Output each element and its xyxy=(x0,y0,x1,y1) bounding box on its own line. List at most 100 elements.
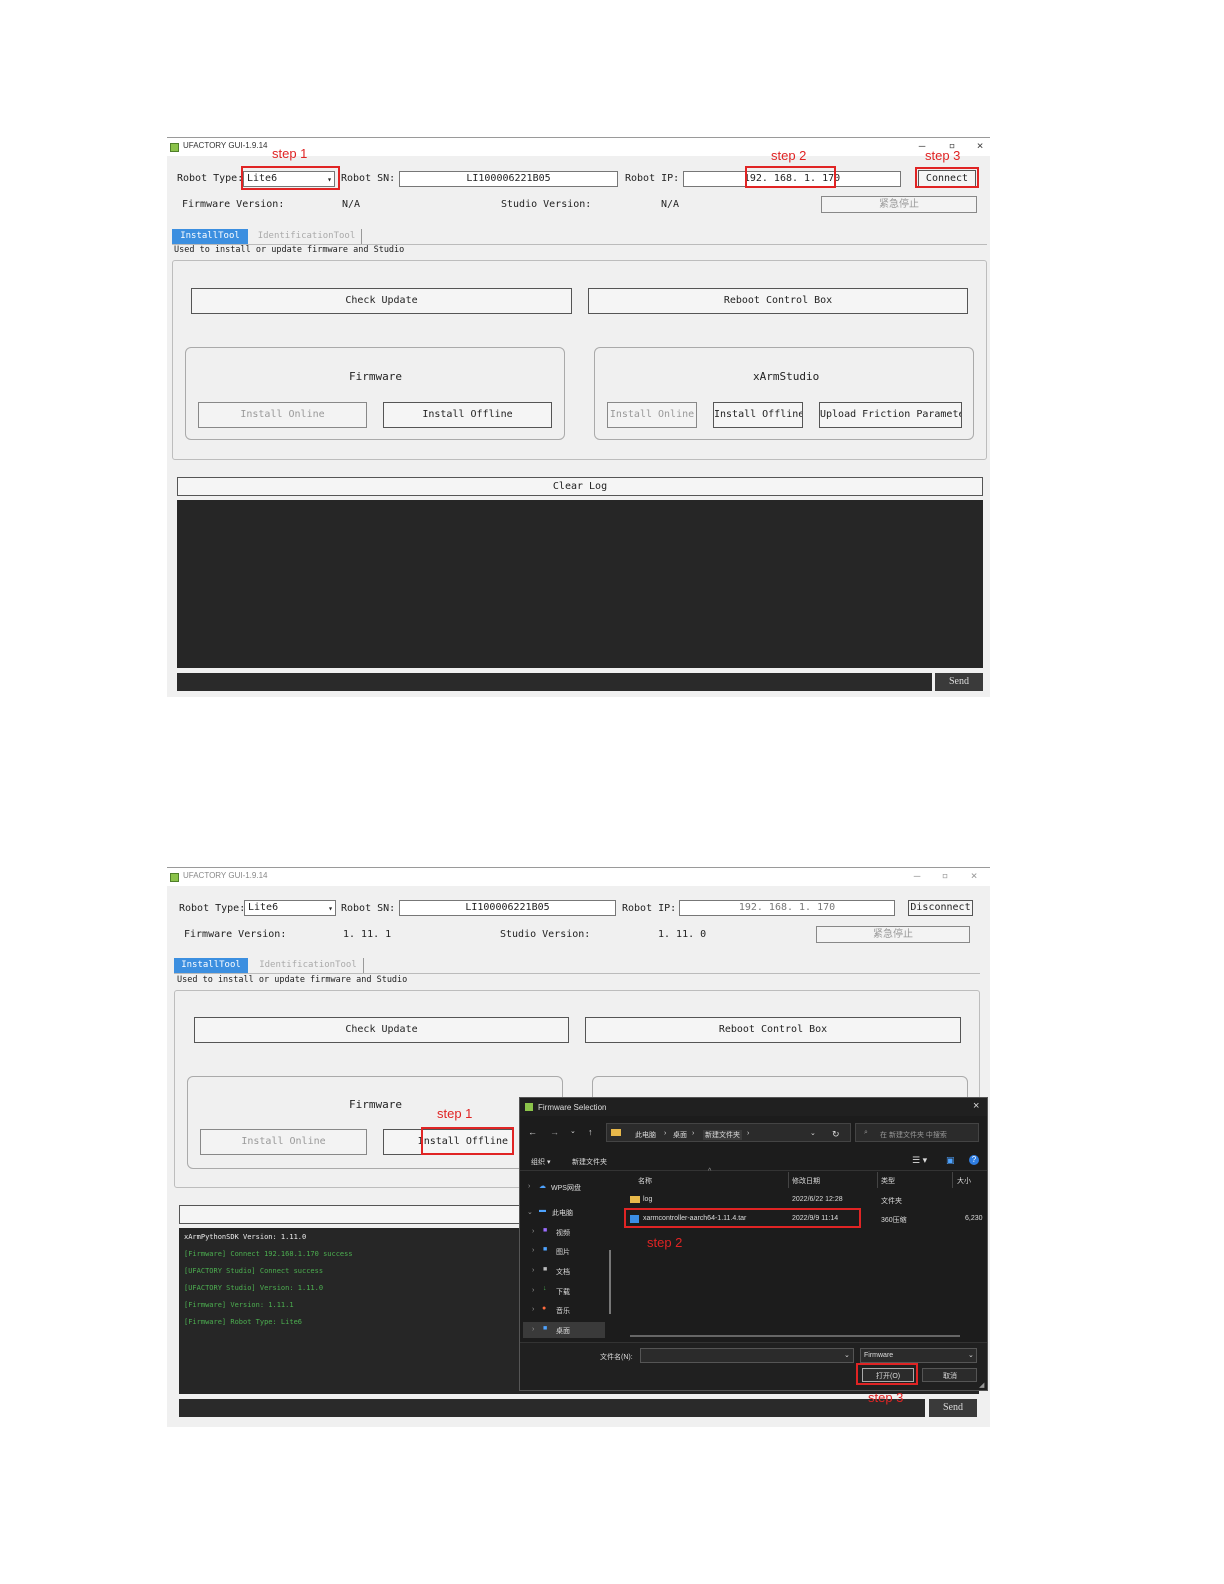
horizontal-scrollbar[interactable] xyxy=(630,1335,960,1337)
column-modified[interactable]: 修改日期 xyxy=(792,1176,820,1186)
tab-description: Used to install or update firmware and S… xyxy=(177,975,408,985)
emergency-stop-button[interactable]: 紧急停止 xyxy=(816,926,970,943)
chevron-right-icon[interactable]: › xyxy=(532,1228,534,1235)
cancel-button[interactable]: 取消 xyxy=(922,1368,977,1382)
tab-install-tool[interactable]: InstallTool xyxy=(172,229,248,244)
send-button[interactable]: Send xyxy=(935,673,983,691)
log-line: [Firmware] Version: 1.11.1 xyxy=(184,1301,294,1309)
tab-identification-tool[interactable]: IdentificationTool xyxy=(252,229,362,244)
step3-highlight xyxy=(915,167,979,188)
column-size[interactable]: 大小 xyxy=(957,1176,971,1186)
new-folder-button[interactable]: 新建文件夹 xyxy=(572,1157,607,1167)
file-row[interactable]: log 2022/6/22 12:28 文件夹 xyxy=(625,1193,985,1208)
sidebar-scrollbar[interactable] xyxy=(609,1250,611,1314)
chevron-down-icon[interactable]: ⌄ xyxy=(810,1129,816,1137)
step2-highlight xyxy=(624,1208,861,1228)
folder-icon xyxy=(630,1196,640,1203)
app-logo-icon xyxy=(525,1103,533,1111)
robot-sn-label: Robot SN: xyxy=(341,903,396,914)
breadcrumb-item[interactable]: 新建文件夹 xyxy=(703,1130,742,1140)
column-divider xyxy=(952,1172,953,1188)
column-name[interactable]: 名称 xyxy=(638,1176,652,1186)
file-name: log xyxy=(643,1196,653,1203)
log-line: [Firmware] Robot Type: Lite6 xyxy=(184,1318,303,1326)
organize-menu[interactable]: 组织 ▾ xyxy=(531,1157,550,1167)
minimize-icon[interactable]: – xyxy=(907,869,927,882)
close-icon[interactable]: × xyxy=(970,139,990,152)
firmware-install-online-button[interactable]: Install Online xyxy=(200,1129,367,1155)
refresh-icon[interactable]: ↻ xyxy=(832,1129,840,1140)
log-line: [UFACTORY Studio] Version: 1.11.0 xyxy=(184,1284,324,1292)
chevron-down-icon[interactable]: ⌄ xyxy=(527,1208,533,1216)
send-button[interactable]: Send xyxy=(929,1399,977,1417)
command-input[interactable] xyxy=(179,1399,925,1417)
chevron-down-icon[interactable]: ⌄ xyxy=(570,1127,576,1135)
studio-install-offline-button[interactable]: Install Offline xyxy=(713,402,803,428)
preview-pane-icon[interactable]: ▣ xyxy=(946,1155,955,1166)
reboot-control-box-button[interactable]: Reboot Control Box xyxy=(588,288,968,314)
column-divider xyxy=(877,1172,878,1188)
up-arrow-icon[interactable]: ↑ xyxy=(588,1127,593,1137)
clear-log-button[interactable]: Clear Log xyxy=(177,477,983,496)
column-type[interactable]: 类型 xyxy=(881,1176,895,1186)
close-icon[interactable]: × xyxy=(964,869,984,882)
breadcrumb-separator: › xyxy=(747,1130,750,1137)
chevron-right-icon[interactable]: › xyxy=(532,1306,534,1313)
upload-friction-parameter-button[interactable]: Upload Friction Parameter xyxy=(819,402,962,428)
breadcrumb-item[interactable]: 桌面 xyxy=(673,1130,687,1140)
tab-identification-tool[interactable]: IdentificationTool xyxy=(253,958,364,973)
step2-label: step 2 xyxy=(647,1235,683,1250)
chevron-right-icon[interactable]: › xyxy=(528,1183,530,1190)
sidebar-item-pictures[interactable]: 图片 xyxy=(556,1247,570,1257)
step3-highlight xyxy=(856,1363,918,1385)
firmware-selection-dialog: Firmware Selection × ← → ⌄ ↑ 此电脑 › 桌面 › … xyxy=(519,1097,988,1391)
sidebar-item-desktop[interactable]: 桌面 xyxy=(556,1326,570,1336)
firmware-version-value: N/A xyxy=(342,199,361,210)
firmware-group xyxy=(187,1076,563,1169)
sidebar-item-music[interactable]: 音乐 xyxy=(556,1306,570,1316)
sidebar: › ☁ WPS网盘 ⌄ ▬ 此电脑 › ■ 视频 › ■ 图片 › ■ 文档 ›… xyxy=(520,1172,615,1340)
close-icon[interactable]: × xyxy=(973,1100,979,1112)
file-type-filter[interactable]: Firmware ⌄ xyxy=(860,1348,977,1363)
robot-type-select[interactable]: Lite6 ▾ xyxy=(244,900,336,916)
sidebar-item-wps[interactable]: WPS网盘 xyxy=(551,1183,581,1193)
chevron-down-icon[interactable]: ⌄ xyxy=(968,1351,974,1359)
sidebar-item-videos[interactable]: 视频 xyxy=(556,1228,570,1238)
studio-install-online-button[interactable]: Install Online xyxy=(607,402,697,428)
chevron-right-icon[interactable]: › xyxy=(532,1326,534,1333)
computer-icon: ▬ xyxy=(539,1207,546,1214)
resize-grip-icon[interactable]: ◢ xyxy=(979,1381,984,1389)
log-line: [Firmware] Connect 192.168.1.170 success xyxy=(184,1250,353,1258)
sidebar-item-documents[interactable]: 文档 xyxy=(556,1267,570,1277)
chevron-right-icon[interactable]: › xyxy=(532,1287,534,1294)
firmware-install-offline-button[interactable]: Install Offline xyxy=(383,402,552,428)
breadcrumb-item[interactable]: 此电脑 xyxy=(635,1130,656,1140)
back-arrow-icon[interactable]: ← xyxy=(528,1127,537,1137)
forward-arrow-icon[interactable]: → xyxy=(550,1127,559,1137)
chevron-right-icon[interactable]: › xyxy=(532,1247,534,1254)
sidebar-item-downloads[interactable]: 下载 xyxy=(556,1287,570,1297)
robot-ip-field[interactable]: 192. 168. 1. 170 xyxy=(679,900,895,916)
sidebar-item-this-pc[interactable]: 此电脑 xyxy=(552,1208,573,1218)
check-update-button[interactable]: Check Update xyxy=(194,1017,569,1043)
disconnect-button[interactable]: Disconnect xyxy=(908,900,973,916)
emergency-stop-button[interactable]: 紧急停止 xyxy=(821,196,977,213)
check-update-button[interactable]: Check Update xyxy=(191,288,572,314)
address-bar[interactable]: 此电脑 › 桌面 › 新建文件夹 › ⌄ ↻ xyxy=(606,1123,851,1142)
maximize-icon[interactable]: ▫ xyxy=(935,869,955,882)
robot-sn-field[interactable]: LI100006221B05 xyxy=(399,171,618,187)
command-input[interactable] xyxy=(177,673,932,691)
reboot-control-box-button[interactable]: Reboot Control Box xyxy=(585,1017,961,1043)
view-options-icon[interactable]: ☰ ▾ xyxy=(912,1155,927,1166)
tab-install-tool[interactable]: InstallTool xyxy=(174,958,248,973)
search-box[interactable]: ⌕ 在 新建文件夹 中搜索 xyxy=(855,1123,979,1142)
file-type: 文件夹 xyxy=(881,1198,902,1205)
filename-input[interactable]: ⌄ xyxy=(640,1348,854,1363)
robot-sn-field[interactable]: LI100006221B05 xyxy=(399,900,616,916)
chevron-down-icon[interactable]: ⌄ xyxy=(844,1351,850,1359)
chevron-right-icon[interactable]: › xyxy=(532,1267,534,1274)
firmware-install-online-button[interactable]: Install Online xyxy=(198,402,367,428)
documents-icon: ■ xyxy=(543,1266,548,1273)
help-icon[interactable]: ? xyxy=(969,1155,979,1165)
sort-caret-icon: ^ xyxy=(708,1168,712,1175)
